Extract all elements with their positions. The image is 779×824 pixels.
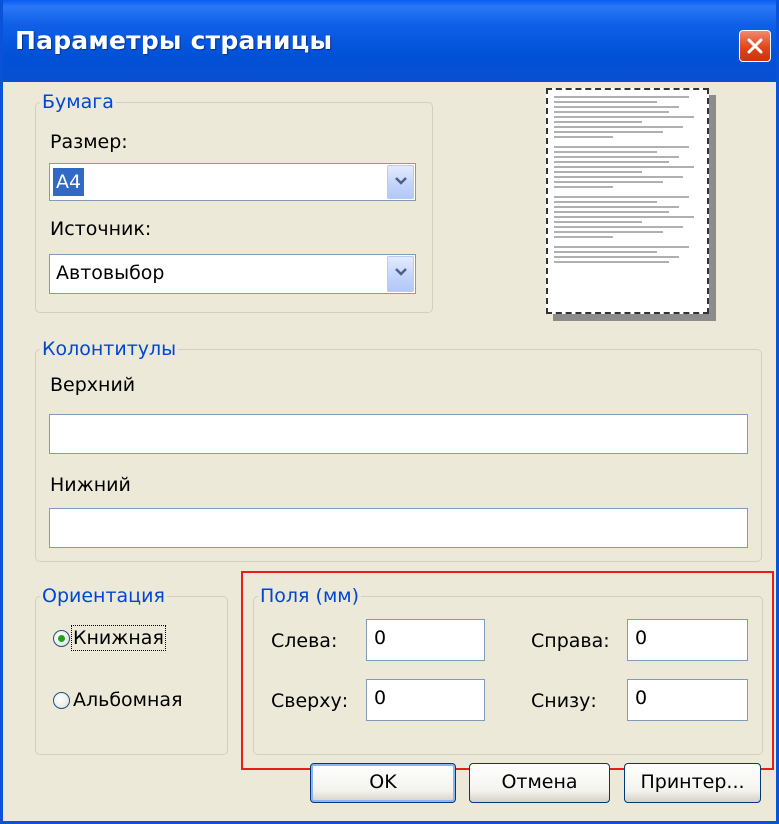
paper-size-select[interactable]: A4 xyxy=(49,163,416,201)
preview-text-line xyxy=(554,116,694,118)
margins-group-legend: Поля (мм) xyxy=(260,585,360,607)
paper-size-value: A4 xyxy=(53,168,85,196)
preview-text-line xyxy=(554,246,690,248)
preview-text-line xyxy=(554,206,679,208)
margin-left-input[interactable]: 0 xyxy=(366,619,485,661)
preview-text-line xyxy=(554,251,657,253)
preview-text-line xyxy=(554,221,643,223)
preview-text-line xyxy=(554,106,679,108)
footer-input[interactable] xyxy=(49,508,748,548)
chevron-down-icon xyxy=(395,268,407,276)
page-setup-dialog: Параметры страницы Бумага Размер: A4 Ист… xyxy=(0,0,779,824)
portrait-radio[interactable]: Книжная xyxy=(53,625,166,651)
margins-group: Поля (мм) xyxy=(253,585,763,755)
preview-text-line xyxy=(554,181,663,183)
preview-text-line xyxy=(554,121,643,123)
header-input[interactable] xyxy=(49,414,748,454)
preview-text-line xyxy=(554,256,679,258)
header-label: Верхний xyxy=(50,374,136,396)
preview-text-line xyxy=(554,236,613,238)
preview-text-line xyxy=(554,136,613,138)
close-button[interactable] xyxy=(739,30,771,62)
paper-size-dropdown-button[interactable] xyxy=(387,165,414,199)
footer-label: Нижний xyxy=(50,474,131,496)
preview-text-line xyxy=(554,111,669,113)
paper-source-value: Автовыбор xyxy=(56,262,165,284)
headers-group-legend: Колонтитулы xyxy=(42,338,177,360)
landscape-radio[interactable]: Альбомная xyxy=(53,689,183,711)
preview-text-line xyxy=(554,226,684,228)
printer-button[interactable]: Принтер... xyxy=(624,763,761,803)
portrait-radio-button[interactable] xyxy=(53,629,70,647)
margin-left-label: Слева: xyxy=(271,630,338,652)
close-icon xyxy=(747,38,763,54)
preview-text-line xyxy=(554,261,669,263)
preview-text-line xyxy=(554,96,690,98)
page-preview-icon xyxy=(546,88,709,314)
margin-bottom-label: Снизу: xyxy=(531,690,597,712)
margin-right-input[interactable]: 0 xyxy=(627,619,748,661)
orientation-group: Ориентация xyxy=(35,585,228,755)
size-label: Размер: xyxy=(50,131,128,153)
preview-text-line xyxy=(554,151,657,153)
landscape-label: Альбомная xyxy=(73,689,183,711)
paper-source-select[interactable]: Автовыбор xyxy=(49,254,416,294)
portrait-label: Книжная xyxy=(71,625,166,651)
paper-source-dropdown-button[interactable] xyxy=(387,256,414,292)
preview-text-line xyxy=(554,166,694,168)
paper-group-legend: Бумага xyxy=(42,91,114,113)
preview-text-line xyxy=(554,186,613,188)
preview-text-line xyxy=(554,176,684,178)
cancel-button[interactable]: Отмена xyxy=(469,763,610,803)
preview-text-line xyxy=(554,216,694,218)
preview-text-line xyxy=(554,146,690,148)
margin-top-label: Сверху: xyxy=(271,690,349,712)
ok-button[interactable]: OK xyxy=(310,763,456,803)
preview-text-line xyxy=(554,211,669,213)
page-preview-text xyxy=(554,96,701,306)
preview-text-line xyxy=(554,196,690,198)
preview-text-line xyxy=(554,156,679,158)
title-bar[interactable]: Параметры страницы xyxy=(3,0,776,82)
preview-text-line xyxy=(554,131,663,133)
margin-right-label: Справа: xyxy=(531,630,610,652)
preview-text-line xyxy=(554,171,643,173)
margin-bottom-input[interactable]: 0 xyxy=(627,679,748,721)
margin-top-input[interactable]: 0 xyxy=(366,679,485,721)
chevron-down-icon xyxy=(395,177,407,185)
orientation-group-legend: Ориентация xyxy=(42,585,165,607)
preview-text-line xyxy=(554,101,657,103)
landscape-radio-button[interactable] xyxy=(53,691,70,709)
preview-text-line xyxy=(554,231,663,233)
preview-text-line xyxy=(554,126,684,128)
source-label: Источник: xyxy=(50,218,152,240)
preview-text-line xyxy=(554,161,669,163)
window-title: Параметры страницы xyxy=(15,26,333,55)
preview-text-line xyxy=(554,201,657,203)
